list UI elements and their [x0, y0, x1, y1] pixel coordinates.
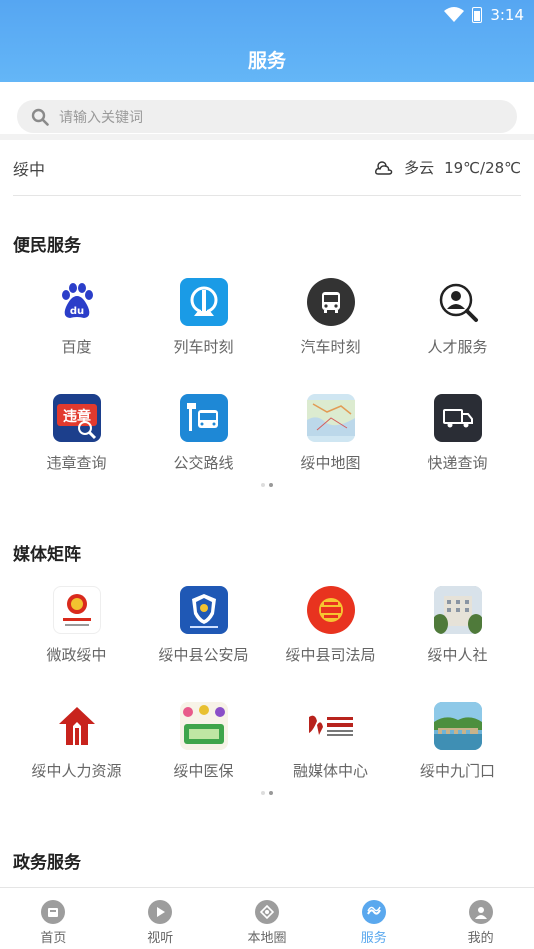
page-indicator — [0, 791, 534, 795]
page-dot — [261, 791, 265, 795]
page-dot — [261, 483, 265, 487]
media-label: 绥中人力资源 — [31, 762, 122, 780]
media-label: 绥中九门口 — [419, 762, 495, 780]
media-item-weizheng[interactable]: 微政绥中 — [13, 580, 140, 696]
weather-city[interactable]: 绥中 — [13, 156, 45, 180]
train-icon — [179, 278, 228, 326]
gov-emblem-icon — [52, 586, 101, 634]
weather-temperature: 19℃/28℃ — [444, 158, 521, 177]
section-title-convenience: 便民服务 — [13, 236, 81, 256]
tab-media[interactable]: 视听 — [107, 888, 214, 949]
tab-label: 我的 — [467, 931, 494, 946]
media-grid: 微政绥中 绥中县公安局 绥中县司法局 绥中人社 绥中人力资源 绥中医保 融媒体中… — [13, 580, 521, 812]
weather-row: 绥中 多云 19℃/28℃ — [13, 140, 521, 196]
service-content: 绥中 多云 19℃/28℃ 便民服务 du 百度 列车时刻 汽车时刻 人才服务 … — [0, 140, 534, 887]
tab-label: 本地圈 — [247, 931, 287, 946]
battery-icon — [472, 7, 483, 23]
service-label: 公交路线 — [173, 454, 234, 472]
police-badge-icon — [179, 586, 228, 634]
map-icon — [306, 394, 355, 442]
section-title-government: 政务服务 — [13, 853, 81, 873]
service-label: 人才服务 — [427, 338, 488, 356]
media-label: 微政绥中 — [46, 646, 107, 664]
clock: 3:14 — [490, 6, 524, 24]
media-item-police[interactable]: 绥中县公安局 — [140, 580, 267, 696]
service-label: 快递查询 — [427, 454, 488, 472]
tab-label: 视听 — [147, 931, 174, 946]
medical-insurance-icon — [179, 702, 228, 750]
media-label: 绥中县公安局 — [158, 646, 249, 664]
service-label: 百度 — [61, 338, 92, 356]
convenience-grid: du 百度 列车时刻 汽车时刻 人才服务 违章 违章查询 公交路线 绥中地图 快… — [13, 272, 521, 504]
weather-condition: 多云 — [404, 159, 435, 177]
tab-services[interactable]: 服务 — [320, 888, 427, 949]
media-label: 绥中县司法局 — [285, 646, 376, 664]
media-label: 绥中人社 — [427, 646, 488, 664]
section-title-media: 媒体矩阵 — [13, 545, 81, 565]
tab-label: 首页 — [40, 931, 67, 946]
media-item-justice[interactable]: 绥中县司法局 — [267, 580, 394, 696]
wifi-icon — [444, 7, 465, 22]
building-photo-icon — [433, 586, 482, 634]
tab-local[interactable]: 本地圈 — [214, 888, 321, 949]
service-label: 列车时刻 — [173, 338, 234, 356]
page-dot-active — [269, 483, 273, 487]
svg-text:du: du — [69, 306, 83, 317]
violation-icon: 违章 — [52, 394, 101, 442]
page-title: 服务 — [247, 50, 286, 72]
tab-home[interactable]: 首页 — [0, 888, 107, 949]
person-search-icon — [434, 278, 482, 326]
service-item-talent[interactable]: 人才服务 — [394, 272, 521, 388]
search-placeholder: 请输入关键词 — [59, 109, 143, 126]
page-indicator — [0, 483, 534, 487]
bus-icon — [306, 278, 355, 326]
service-label: 汽车时刻 — [300, 338, 361, 356]
jiumenkou-photo-icon — [433, 702, 482, 750]
search-icon — [31, 108, 49, 126]
tab-label: 服务 — [360, 931, 387, 946]
service-label: 绥中地图 — [300, 454, 361, 472]
page-dot-active — [269, 791, 273, 795]
service-label: 违章查询 — [46, 454, 107, 472]
services-icon — [361, 900, 386, 924]
home-icon — [41, 900, 66, 924]
play-icon — [148, 900, 173, 924]
service-item-bus-schedule[interactable]: 汽车时刻 — [267, 272, 394, 388]
justice-logo-icon — [306, 586, 355, 634]
bottom-tab-bar: 首页 视听 本地圈 服务 我的 — [0, 887, 534, 949]
search-input[interactable]: 请输入关键词 — [17, 100, 517, 133]
user-icon — [468, 900, 493, 924]
media-center-logo-icon — [305, 702, 357, 750]
baidu-icon: du — [53, 278, 101, 326]
app-header: 3:14 服务 — [0, 0, 534, 82]
service-item-train[interactable]: 列车时刻 — [140, 272, 267, 388]
local-circle-icon — [254, 900, 279, 924]
media-label: 绥中医保 — [173, 762, 234, 780]
delivery-truck-icon — [433, 394, 482, 442]
tab-mine[interactable]: 我的 — [427, 888, 534, 949]
hr-logo-icon — [53, 702, 101, 750]
status-bar: 3:14 — [444, 5, 524, 25]
weather-info: 多云 19℃/28℃ — [374, 157, 521, 178]
media-item-renshe[interactable]: 绥中人社 — [394, 580, 521, 696]
cloudy-icon — [375, 160, 393, 175]
service-item-baidu[interactable]: du 百度 — [13, 272, 140, 388]
bus-stop-icon — [179, 394, 228, 442]
media-label: 融媒体中心 — [292, 762, 368, 780]
